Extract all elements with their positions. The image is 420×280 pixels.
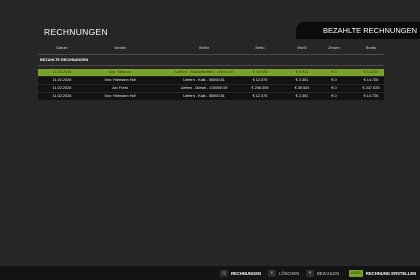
- tab-bezahlte-rechnungen[interactable]: BEZAHLTE RECHNUNGEN: [296, 22, 420, 39]
- cell-gross: € 10.239: [363, 70, 379, 74]
- pay-button[interactable]: R BEZAHLEN: [306, 269, 339, 277]
- section-label: BEZAHLTE RECHNUNGEN: [40, 58, 89, 62]
- table-row[interactable]: 11.02.2026 Von: Hörmann Hof Liefern - Ka…: [38, 77, 384, 84]
- cell-vendor: Von: Hörmann Hof: [104, 94, 136, 98]
- key-hint-space: LEER: [349, 269, 363, 277]
- table-row[interactable]: 11.02.2026 An: Forst Liefern - Diesel - …: [38, 85, 384, 92]
- cell-vendor: An: Forst: [112, 86, 128, 90]
- column-header-purpose[interactable]: Wofür: [199, 46, 209, 50]
- column-header-net[interactable]: Netto: [255, 46, 264, 50]
- column-header-vat[interactable]: MwSt: [297, 46, 307, 50]
- cell-vat: € 2.351: [295, 78, 309, 82]
- cell-gross: € 14.726: [363, 94, 379, 98]
- table-header: Datum Vorsfer Wofür Netto MwSt Zinsen Br…: [38, 44, 384, 54]
- create-invoice-label: RECHNUNG ERSTELLEN: [365, 270, 417, 276]
- column-header-vendor[interactable]: Vorsfer: [114, 46, 126, 50]
- column-header-date[interactable]: Datum: [56, 46, 67, 50]
- cell-interest: € 0: [331, 78, 337, 82]
- column-header-gross[interactable]: Brutto: [366, 46, 376, 50]
- cell-purpose: Liefern - Saatkartoffeln - 10004.18: [175, 70, 233, 74]
- page-title: RECHNUNGEN: [44, 27, 108, 37]
- cell-interest: € 0: [331, 86, 337, 90]
- cell-date: 11.02.2026: [52, 86, 72, 90]
- section-divider: [38, 65, 384, 66]
- key-hint-e: E: [268, 269, 276, 277]
- rechnungen-label: RECHNUNGEN: [231, 270, 262, 276]
- cell-vat: € 2.351: [295, 94, 309, 98]
- cell-purpose: Liefern - Kalk - 55000.81: [183, 78, 225, 82]
- cell-gross: € 14.726: [363, 78, 379, 82]
- cell-date: 11.03.2026: [52, 70, 72, 74]
- cell-purpose: Liefern - Kalk - 55000.81: [183, 94, 225, 98]
- table-row[interactable]: 11.03.2026 Von: Sbrauch Liefern - Saatka…: [38, 69, 384, 76]
- key-hint-q: Q: [220, 269, 228, 277]
- rechnungen-button[interactable]: Q RECHNUNGEN: [220, 269, 261, 277]
- cell-net: € 10.928: [252, 70, 268, 74]
- cell-interest: € 0: [331, 70, 337, 74]
- footer-bar: Q RECHNUNGEN E LÖSCHEN R BEZAHLEN LEER R…: [0, 266, 420, 280]
- cell-date: 11.02.2026: [52, 78, 72, 82]
- delete-label: LÖSCHEN: [279, 270, 300, 276]
- column-header-interest[interactable]: Zinsen: [328, 46, 339, 50]
- cell-vat: € 9.912: [295, 70, 309, 74]
- pay-label: BEZAHLEN: [317, 270, 340, 276]
- cell-vendor: Von: Sbrauch: [108, 70, 132, 74]
- cell-date: 11.02.2026: [52, 94, 72, 98]
- cell-purpose: Liefern - Diesel - 100000.09: [180, 86, 228, 90]
- table-row[interactable]: 11.02.2026 Von: Hörmann Hof Liefern - Ka…: [38, 93, 384, 100]
- delete-button[interactable]: E LÖSCHEN: [268, 269, 299, 277]
- cell-vat: € 39.520: [294, 86, 310, 90]
- cell-gross: € 247.525: [362, 86, 380, 90]
- cell-vendor: Von: Hörmann Hof: [104, 78, 136, 82]
- cell-net: € 208.005: [251, 86, 269, 90]
- key-hint-r: R: [306, 269, 314, 277]
- invoice-table: Datum Vorsfer Wofür Netto MwSt Zinsen Br…: [38, 44, 384, 101]
- create-invoice-button[interactable]: LEER RECHNUNG ERSTELLEN: [349, 269, 416, 277]
- cell-net: € 12.375: [252, 78, 268, 82]
- cell-interest: € 0: [331, 94, 337, 98]
- cell-net: € 12.375: [252, 94, 268, 98]
